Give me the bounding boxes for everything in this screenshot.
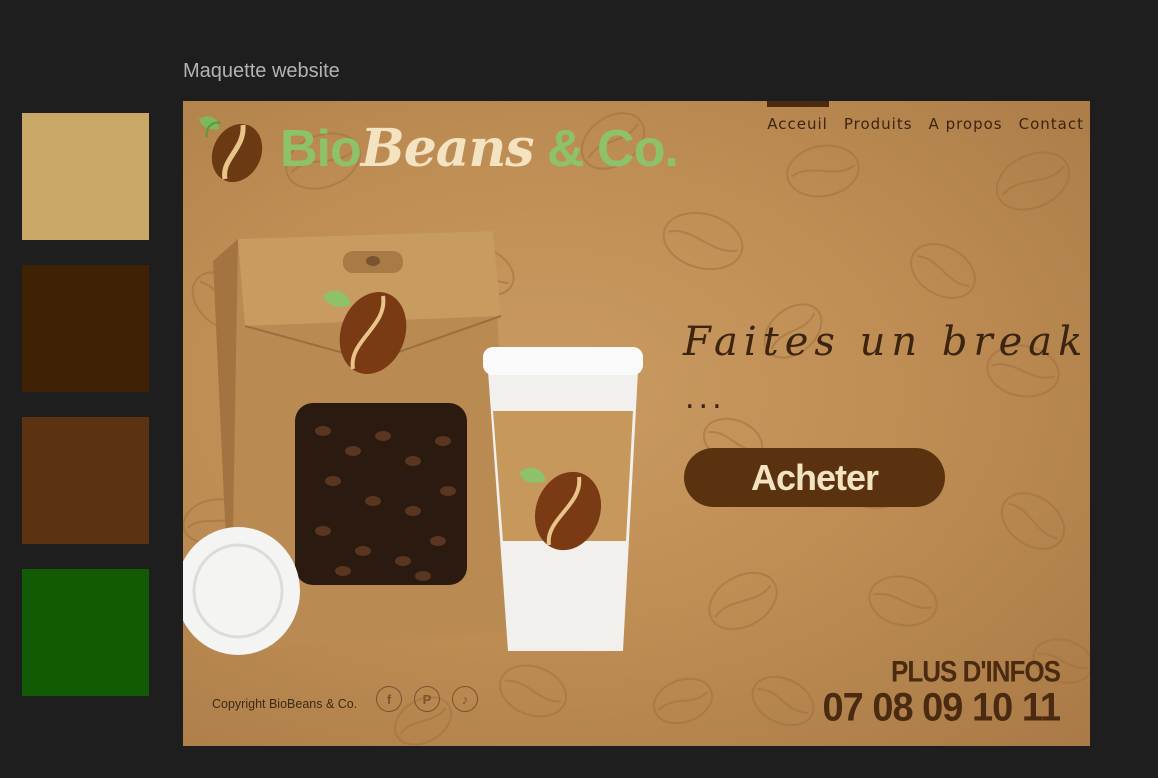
pinterest-icon[interactable]: P: [414, 686, 440, 712]
nav-contact[interactable]: Contact: [1019, 115, 1084, 133]
tiktok-icon[interactable]: ♪: [452, 686, 478, 712]
copyright-text: Copyright BioBeans & Co.: [212, 697, 358, 711]
buy-button[interactable]: Acheter: [684, 448, 945, 507]
logo-wordmark: BioBeans & Co.: [280, 118, 679, 179]
nav-produits[interactable]: Produits: [844, 115, 913, 133]
website-mockup: BioBeans & Co. Acceuil Produits A propos…: [183, 101, 1090, 746]
color-swatch-sand: [22, 113, 149, 240]
phone-number[interactable]: 07 08 09 10 11: [823, 686, 1061, 731]
logo-beans: Beans: [360, 118, 535, 179]
hero-ellipsis: ...: [685, 381, 726, 416]
nav-acceuil[interactable]: Acceuil: [767, 101, 830, 133]
coffee-cup-image: [483, 347, 643, 651]
product-illustration: [183, 231, 643, 655]
color-swatch-dark-brown: [22, 265, 149, 392]
main-nav: Acceuil Produits A propos Contact: [767, 101, 1084, 133]
frame-title: Maquette website: [183, 60, 340, 82]
nav-acceuil-label: Acceuil: [767, 115, 828, 133]
color-swatch-green: [22, 569, 149, 696]
color-swatch-brown: [22, 417, 149, 544]
nav-a-propos[interactable]: A propos: [929, 115, 1003, 133]
hero-headline: Faites un break: [683, 319, 1089, 365]
coffee-bean-leaf-icon: [199, 116, 263, 183]
logo-bio: Bio: [280, 120, 362, 178]
social-links: f P ♪: [376, 686, 478, 712]
nav-active-indicator: [767, 101, 830, 107]
logo-co: & Co.: [547, 120, 679, 178]
facebook-icon[interactable]: f: [376, 686, 402, 712]
biobeans-logo[interactable]: BioBeans & Co.: [195, 109, 679, 189]
info-label: PLUS D'INFOS: [891, 654, 1061, 689]
